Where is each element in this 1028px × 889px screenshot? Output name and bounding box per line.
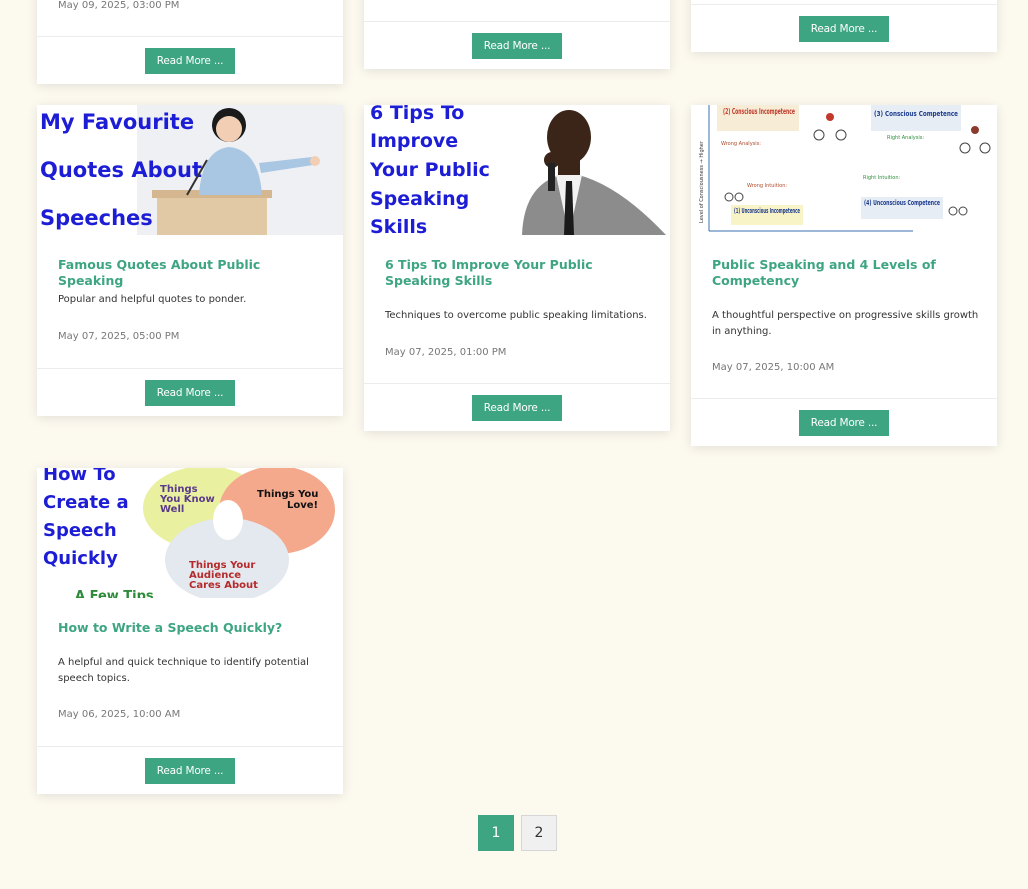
post-title[interactable]: 6 Tips To Improve Your Public Speaking S… — [385, 257, 652, 289]
intuition-label: Right Intuition: — [863, 175, 900, 181]
analysis-label: Wrong Analysis: — [721, 141, 761, 147]
post-title[interactable]: How to Write a Speech Quickly? — [58, 620, 325, 636]
thumb-text: Speech — [43, 520, 117, 541]
tips-thumbnail-image: 6 Tips To Improve Your Public Speaking S… — [364, 105, 670, 235]
card-footer: Read More ... — [37, 36, 343, 84]
circle-text: Cares About — [189, 580, 258, 591]
thumb-text: My Favourite — [40, 110, 194, 134]
thumb-text: Speeches — [40, 206, 153, 230]
read-more-button[interactable]: Read More ... — [798, 15, 890, 42]
circle-text: Things You — [257, 489, 318, 500]
post-title[interactable]: Public Speaking and 4 Levels of Competen… — [712, 257, 979, 289]
thumb-text: Improve — [370, 130, 458, 152]
thumb-text: Quickly — [43, 548, 118, 569]
post-card: Read More ... — [691, 0, 997, 52]
post-card: May 09, 2025, 03:00 PM Read More ... — [37, 0, 343, 84]
card-footer: Read More ... — [691, 398, 997, 446]
post-date: May 07, 2025, 01:00 PM — [385, 347, 507, 358]
post-card: Read More ... — [364, 0, 670, 69]
post-card: How To Create a Speech Quickly A Few Tip… — [37, 468, 343, 794]
post-excerpt: Popular and helpful quotes to ponder. — [58, 294, 247, 305]
read-more-button[interactable]: Read More ... — [471, 32, 563, 59]
thumb-text: Speaking — [370, 188, 469, 210]
post-date: May 07, 2025, 05:00 PM — [58, 331, 180, 342]
thumb-text: Create a — [43, 492, 129, 513]
pagination-page-2[interactable]: 2 — [521, 815, 557, 851]
card-footer: Read More ... — [37, 368, 343, 416]
post-card: 6 Tips To Improve Your Public Speaking S… — [364, 105, 670, 431]
thumb-text: Quotes About — [40, 158, 202, 182]
circle-text: Love! — [287, 500, 318, 511]
post-date: May 06, 2025, 10:00 AM — [58, 709, 181, 720]
post-excerpt: A helpful and quick technique to identif… — [58, 657, 309, 684]
pagination-page-1[interactable]: 1 — [478, 815, 514, 851]
thumb-text: Your Public — [369, 159, 490, 181]
axis-label: Level of Consciousness → Higher — [699, 140, 705, 223]
read-more-button[interactable]: Read More ... — [798, 409, 890, 436]
level-label: (2) Conscious Incompetence — [723, 107, 795, 116]
post-thumbnail[interactable]: How To Create a Speech Quickly A Few Tip… — [37, 468, 343, 598]
post-card: My Favourite Quotes About Speeches Famou… — [37, 105, 343, 416]
post-card: Level of Consciousness → Higher (2) Cons… — [691, 105, 997, 446]
card-footer: Read More ... — [691, 4, 997, 52]
level-label: (4) Unconscious Competence — [864, 199, 940, 207]
read-more-button[interactable]: Read More ... — [471, 394, 563, 421]
post-date: May 07, 2025, 10:00 AM — [712, 362, 835, 373]
post-thumbnail[interactable]: My Favourite Quotes About Speeches — [37, 105, 343, 235]
competency-thumbnail-image: Level of Consciousness → Higher (2) Cons… — [691, 105, 997, 235]
post-thumbnail[interactable]: 6 Tips To Improve Your Public Speaking S… — [364, 105, 670, 235]
post-excerpt: A thoughtful perspective on progressive … — [712, 310, 979, 337]
read-more-button[interactable]: Read More ... — [144, 757, 236, 784]
intuition-label: Wrong Intuition: — [747, 183, 787, 189]
analysis-label: Right Analysis: — [887, 135, 924, 141]
speech-thumbnail-image: How To Create a Speech Quickly A Few Tip… — [37, 468, 343, 598]
level-label: (3) Conscious Competence — [874, 110, 958, 118]
thumb-subheading: A Few Tips — [75, 589, 154, 598]
level-label: (1) Unconscious Incompetence — [734, 207, 800, 215]
read-more-button[interactable]: Read More ... — [144, 379, 236, 406]
post-thumbnail[interactable]: Level of Consciousness → Higher (2) Cons… — [691, 105, 997, 235]
thumb-text: Skills — [370, 216, 427, 235]
read-more-button[interactable]: Read More ... — [144, 47, 236, 74]
quotes-thumbnail-image: My Favourite Quotes About Speeches — [37, 105, 343, 235]
card-footer: Read More ... — [364, 383, 670, 431]
thumb-text: How To — [43, 468, 116, 485]
thumb-text: 6 Tips To — [370, 105, 464, 124]
card-footer: Read More ... — [364, 21, 670, 69]
card-footer: Read More ... — [37, 746, 343, 794]
post-excerpt: Techniques to overcome public speaking l… — [385, 310, 647, 321]
circle-text: Well — [160, 504, 184, 515]
post-title[interactable]: Famous Quotes About Public Speaking — [58, 257, 325, 289]
post-date: May 09, 2025, 03:00 PM — [58, 0, 180, 11]
